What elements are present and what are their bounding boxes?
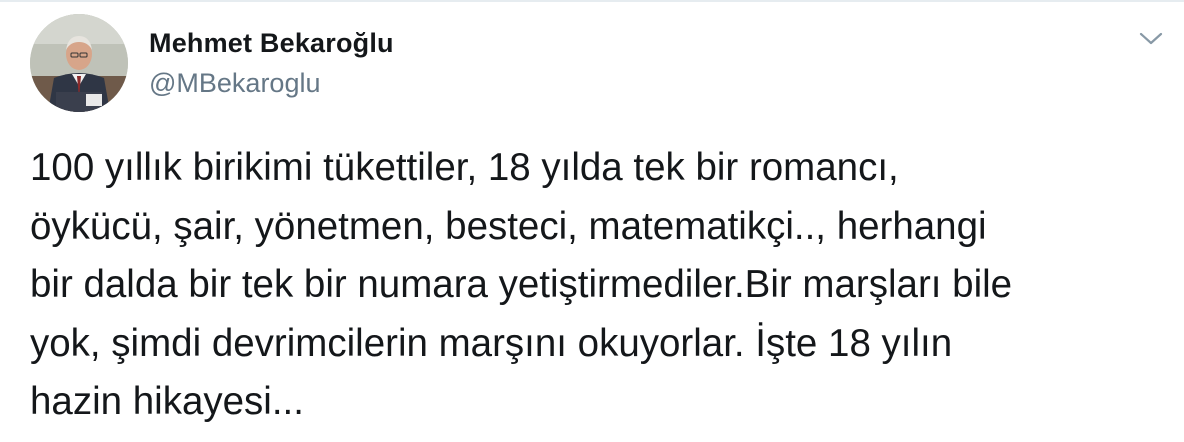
avatar[interactable] (30, 14, 128, 112)
tweet-text-line: öykücü, şair, yönetmen, besteci, matemat… (30, 204, 987, 248)
author-display-name[interactable]: Mehmet Bekaroğlu (149, 28, 394, 59)
tweet-text-line: 100 yıllık birikimi tükettiler, 18 yılda… (30, 146, 899, 189)
chevron-down-icon (1139, 32, 1163, 45)
tweet-text-line: yok, şimdi devrimcilerin marşını okuyorl… (30, 321, 953, 365)
tweet-text-line: hazin hikayesi... (30, 380, 304, 423)
user-photo-icon (30, 14, 128, 112)
tweet-card: Mehmet Bekaroğlu @MBekaroglu 100 yıllık … (0, 0, 1184, 442)
tweet-text-line: bir dalda bir tek bir numara yetiştirmed… (30, 263, 1013, 306)
tweet-text: 100 yıllık birikimi tükettiler, 18 yılda… (30, 139, 1180, 432)
author-handle[interactable]: @MBekaroglu (149, 68, 320, 99)
more-options-button[interactable] (1136, 26, 1166, 52)
